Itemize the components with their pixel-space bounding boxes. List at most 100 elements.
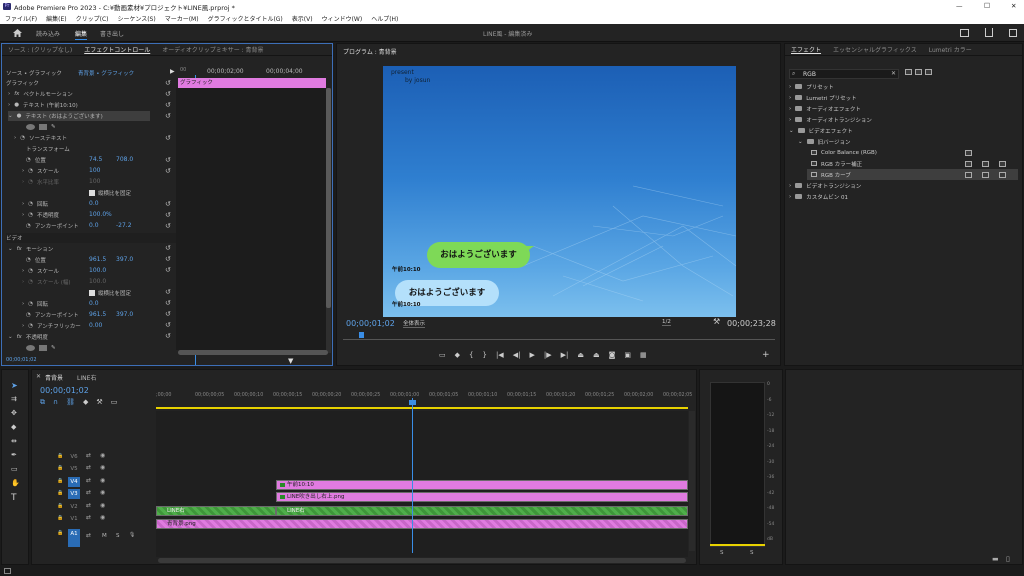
- effects-tree-item[interactable]: ⌄ 旧バージョン: [798, 136, 851, 147]
- sync-lock-icon[interactable]: ⇄: [86, 532, 91, 539]
- effects-search-input[interactable]: RGB: [803, 71, 816, 78]
- text-layer-time[interactable]: テキスト (午前10:10): [23, 101, 78, 109]
- eye-icon[interactable]: ◉: [100, 464, 105, 471]
- expand-icon[interactable]: ›: [8, 102, 10, 108]
- scale-value[interactable]: 100: [89, 167, 100, 174]
- hand-tool-icon[interactable]: ✋: [11, 479, 20, 487]
- expand-icon[interactable]: ›: [789, 95, 791, 101]
- program-title[interactable]: プログラム : 青背景: [343, 47, 397, 56]
- extract-icon[interactable]: ⏏: [593, 351, 600, 359]
- new-bin-icon[interactable]: ▬: [992, 555, 999, 563]
- rotation-value[interactable]: 0.0: [89, 200, 99, 207]
- stopwatch-icon[interactable]: ◔: [26, 157, 31, 163]
- motion-position-y[interactable]: 397.0: [116, 256, 133, 263]
- menu-item-6[interactable]: 表示(V): [292, 14, 313, 23]
- timeline-vscrollbar[interactable]: [689, 411, 695, 551]
- ellipse-mask-icon[interactable]: [26, 124, 35, 130]
- linked-selection-icon[interactable]: ⛓: [66, 398, 75, 407]
- stopwatch-icon[interactable]: ◔: [28, 323, 33, 329]
- expand-icon[interactable]: ›: [789, 117, 791, 123]
- clip-bubble-png[interactable]: LINE吹き出し右上.png: [276, 492, 688, 502]
- menu-item-3[interactable]: シーケンス(S): [118, 14, 156, 23]
- position-x-value[interactable]: 74.5: [89, 156, 102, 163]
- tab-lumetri[interactable]: Lumetri カラー: [929, 45, 972, 54]
- stopwatch-icon[interactable]: ◔: [28, 212, 33, 218]
- ec-scrollbar[interactable]: [326, 88, 331, 353]
- effects-search-box[interactable]: ⌕ RGB ✕: [789, 69, 899, 79]
- stopwatch-icon[interactable]: ◔: [26, 312, 31, 318]
- expand-icon[interactable]: ›: [789, 183, 791, 189]
- clip-line-right-2[interactable]: LINE右: [276, 506, 688, 516]
- 32bit-filter-icon[interactable]: [915, 69, 922, 75]
- program-scrubber[interactable]: [343, 332, 775, 340]
- fx-icon[interactable]: fx: [17, 334, 22, 340]
- clip-selector[interactable]: 青背景 • グラフィック: [78, 69, 134, 77]
- clip-line-right-1[interactable]: LINE右: [156, 506, 276, 516]
- clip-blue-background[interactable]: 青背景.png: [156, 519, 688, 529]
- stopwatch-icon[interactable]: ◔: [28, 201, 33, 207]
- effects-tree-item[interactable]: RGB カーブ: [807, 169, 1018, 180]
- stopwatch-icon[interactable]: ◔: [28, 301, 33, 307]
- expand-icon[interactable]: ›: [789, 84, 791, 90]
- fullscreen-icon[interactable]: [1009, 29, 1017, 37]
- type-tool-icon[interactable]: T: [11, 493, 17, 503]
- tab-effect-controls[interactable]: エフェクトコントロール: [84, 45, 150, 54]
- mark-in-icon[interactable]: ▭: [439, 351, 446, 359]
- track-target-v1[interactable]: V1: [68, 514, 80, 524]
- ec-keyframe-area[interactable]: [176, 88, 326, 350]
- lock-icon[interactable]: 🔒: [57, 478, 63, 484]
- antiflicker-value[interactable]: 0.00: [89, 322, 102, 329]
- text-layer-greeting[interactable]: テキスト (おはようございます): [25, 112, 102, 120]
- effects-tree-item[interactable]: › オーディオトランジション: [789, 114, 872, 125]
- fx-icon[interactable]: fx: [17, 246, 22, 252]
- effects-tree-item[interactable]: › ビデオトランジション: [789, 180, 861, 191]
- expand-icon[interactable]: ›: [789, 106, 791, 112]
- motion-scale-value[interactable]: 100.0: [89, 267, 106, 274]
- ellipse-mask-icon[interactable]: [26, 345, 35, 351]
- minimize-button[interactable]: —: [956, 2, 963, 10]
- green-speech-bubble[interactable]: おはようございます: [427, 242, 530, 268]
- camera-icon[interactable]: ◙: [609, 351, 616, 359]
- lock-icon[interactable]: 🔒: [57, 515, 63, 521]
- stopwatch-icon[interactable]: ◔: [20, 135, 25, 141]
- timeline-hscrollbar[interactable]: [158, 558, 686, 563]
- play-clip-icon[interactable]: ▶: [170, 68, 175, 75]
- track-select-tool-icon[interactable]: ⇉: [11, 395, 17, 403]
- ec-graphic-clip[interactable]: グラフィック: [178, 78, 326, 88]
- effects-tree-item[interactable]: › Lumetri プリセット: [789, 92, 857, 103]
- fx-icon[interactable]: fx: [14, 91, 19, 97]
- lift-icon[interactable]: ⏏: [577, 351, 584, 359]
- timeline-timecode[interactable]: 00;00;01;02: [40, 386, 89, 395]
- tab-source[interactable]: ソース : (クリップなし): [8, 45, 72, 54]
- tab-effects[interactable]: エフェクト: [791, 45, 821, 54]
- home-icon[interactable]: [12, 28, 23, 38]
- motion-uniform-checkbox[interactable]: [89, 290, 95, 296]
- stopwatch-icon[interactable]: ◔: [28, 268, 33, 274]
- share-icon[interactable]: [985, 28, 993, 37]
- lock-icon[interactable]: 🔒: [57, 503, 63, 509]
- tab-essential-graphics[interactable]: エッセンシャルグラフィックス: [833, 45, 917, 54]
- clip-time-label[interactable]: 午前10:10: [276, 480, 688, 490]
- razor-tool-icon[interactable]: ◆: [11, 423, 16, 431]
- sync-lock-icon[interactable]: ⇄: [86, 514, 91, 521]
- tab-edit[interactable]: 編集: [75, 29, 88, 40]
- track-target-a1[interactable]: A1: [68, 529, 80, 547]
- mic-icon[interactable]: 🎙: [129, 532, 135, 538]
- program-frame[interactable]: present by josun おはようございます 午前10:10 おはようご…: [383, 66, 736, 317]
- quick-export-icon[interactable]: [960, 29, 969, 37]
- close-button[interactable]: ✕: [1011, 2, 1016, 10]
- mark-out-bracket-icon[interactable]: }: [482, 351, 486, 359]
- nest-icon[interactable]: ⧉: [40, 398, 45, 407]
- menu-item-4[interactable]: マーカー(M): [165, 14, 199, 23]
- wrench-icon[interactable]: ⚒: [713, 317, 720, 326]
- effects-tree-item[interactable]: › オーディオエフェクト: [789, 103, 861, 114]
- playhead-handle[interactable]: [409, 400, 416, 405]
- opacity-value[interactable]: 100.0: [89, 211, 106, 218]
- motion-rotation-value[interactable]: 0.0: [89, 300, 99, 307]
- collapse-icon[interactable]: ⌄: [8, 334, 13, 340]
- accelerated-filter-icon[interactable]: [905, 69, 912, 75]
- effects-tree-item[interactable]: Color Balance (RGB): [807, 147, 972, 158]
- motion-anchor-x[interactable]: 961.5: [89, 311, 106, 318]
- track-target-v5[interactable]: V5: [68, 464, 80, 474]
- solo-button[interactable]: S: [116, 533, 120, 539]
